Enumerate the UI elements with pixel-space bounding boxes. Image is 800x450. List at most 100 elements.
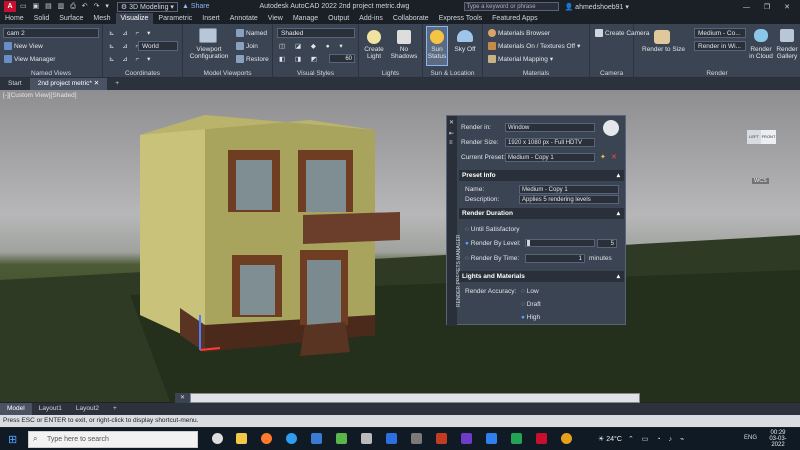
tab-mesh[interactable]: Mesh — [88, 13, 115, 24]
no-shadows-button[interactable]: No Shadows — [389, 46, 419, 60]
search-input[interactable]: Type a keyword or phrase — [463, 2, 559, 11]
radio-selected-icon[interactable]: ● — [465, 240, 469, 247]
new-tab-button[interactable]: + — [107, 78, 127, 90]
ucs-icons-row3[interactable]: ⊾ ⊿ ⌐ ▾ — [109, 55, 153, 63]
radio-icon[interactable]: ○ — [521, 288, 525, 295]
model-viewport[interactable]: [-][Custom View][Shaded] LEFT FRONT WCS — [0, 90, 800, 402]
sky-off-button[interactable]: Sky Off — [451, 46, 479, 53]
accuracy-low-option[interactable]: ○ Low — [521, 288, 539, 295]
app-icon[interactable] — [361, 433, 372, 444]
radio-icon[interactable]: ○ — [521, 301, 525, 308]
view-manager-button[interactable]: View Manager — [4, 55, 55, 63]
window-controls[interactable]: — ❐ ✕ — [743, 3, 796, 11]
tab-parametric[interactable]: Parametric — [153, 13, 197, 24]
collapse-icon[interactable]: ▴ — [617, 271, 620, 282]
task-view-icon[interactable] — [212, 433, 223, 444]
preset-name-field[interactable]: Medium - Copy 1 — [519, 185, 619, 194]
new-view-button[interactable]: New View — [4, 42, 43, 50]
tab-express-tools[interactable]: Express Tools — [434, 13, 487, 24]
share-button[interactable]: ▲ Share — [182, 3, 210, 10]
create-light-button[interactable]: Create Light — [361, 46, 387, 60]
sun-status-button[interactable]: Sun Status — [426, 46, 448, 60]
accuracy-high-option[interactable]: ● High — [521, 314, 540, 321]
tab-model[interactable]: Model — [0, 403, 32, 415]
close-icon[interactable]: ✕ — [449, 119, 454, 126]
render-size-dropdown[interactable]: 1920 x 1080 px - Full HDTV — [505, 138, 595, 147]
tab-collaborate[interactable]: Collaborate — [388, 13, 434, 24]
accuracy-draft-option[interactable]: ○ Draft — [521, 301, 541, 308]
restore-button[interactable]: Restore — [236, 55, 269, 63]
tab-start[interactable]: Start — [0, 78, 30, 90]
tab-manage[interactable]: Manage — [288, 13, 323, 24]
tab-layout2[interactable]: Layout2 — [69, 403, 106, 415]
viewcube[interactable]: LEFT FRONT — [742, 125, 782, 150]
preset-description-field[interactable]: Applies 5 rendering levels — [519, 195, 619, 204]
render-gallery-button[interactable]: Render Gallery — [775, 46, 799, 60]
current-preset-dropdown[interactable]: Medium - Copy 1 — [505, 153, 595, 162]
app-icon[interactable] — [511, 433, 522, 444]
visual-style-dropdown[interactable]: Shaded — [277, 28, 355, 38]
add-layout-button[interactable]: + — [106, 403, 124, 415]
tab-2nd-project-metric[interactable]: 2nd project metric* ✕ — [29, 78, 108, 90]
app-icon[interactable] — [486, 433, 497, 444]
tab-annotate[interactable]: Annotate — [225, 13, 263, 24]
level-input[interactable]: 5 — [597, 239, 617, 248]
command-line-close-icon[interactable]: ✕ — [175, 393, 190, 403]
tab-view[interactable]: View — [263, 13, 288, 24]
taskbar-search-input[interactable]: Type here to search — [28, 431, 198, 448]
create-copy-icon[interactable]: ✦ — [600, 153, 606, 161]
tab-insert[interactable]: Insert — [197, 13, 225, 24]
tray-icons[interactable]: ⌃ ▭ ◔ ♪ ⌁ — [628, 435, 687, 443]
tab-home[interactable]: Home — [0, 13, 29, 24]
level-slider[interactable] — [525, 239, 595, 247]
app-icon[interactable] — [461, 433, 472, 444]
tab-add-ins[interactable]: Add-ins — [354, 13, 388, 24]
firefox-icon[interactable] — [261, 433, 272, 444]
collapse-icon[interactable]: ▴ — [617, 208, 620, 219]
collapse-icon[interactable]: ▴ — [617, 170, 620, 181]
level-slider-thumb[interactable] — [527, 240, 530, 246]
viewcube-front-face[interactable]: FRONT — [761, 130, 776, 144]
workspace-dropdown[interactable]: ⚙ 3D Modeling ▾ — [116, 1, 178, 12]
app-icon[interactable] — [411, 433, 422, 444]
weather-widget[interactable]: ☀ 24°C — [598, 435, 622, 443]
section-preset-info[interactable]: Preset Info ▴ — [459, 170, 624, 181]
language-indicator[interactable]: ENG — [744, 435, 757, 441]
until-satisfactory-option[interactable]: ○ Until Satisfactory — [465, 226, 520, 233]
delete-preset-icon[interactable]: ✕ — [611, 153, 617, 161]
wcs-menu[interactable]: WCS — [752, 178, 769, 184]
mail-icon[interactable] — [311, 433, 322, 444]
radio-icon[interactable]: ○ — [465, 226, 469, 233]
render-teapot-icon[interactable] — [603, 120, 619, 136]
tab-output[interactable]: Output — [323, 13, 354, 24]
visual-style-icons-row2[interactable]: ◧ ◨ ◩ — [279, 55, 321, 63]
render-in-dropdown[interactable]: Render in Wi... — [694, 41, 746, 51]
section-lights-materials[interactable]: Lights and Materials ▴ — [459, 271, 624, 282]
section-render-duration[interactable]: Render Duration ▴ — [459, 208, 624, 219]
face-opacity-input[interactable]: 60 — [329, 54, 355, 63]
viewcube-left-face[interactable]: LEFT — [747, 130, 761, 144]
autocad-icon[interactable] — [536, 433, 547, 444]
tab-visualize[interactable]: Visualize — [115, 13, 154, 24]
render-to-size-button[interactable]: Render to Size — [642, 46, 685, 53]
join-button[interactable]: Join — [236, 42, 258, 50]
radio-icon[interactable]: ○ — [465, 255, 469, 262]
auto-hide-icon[interactable]: ⇤ — [449, 130, 454, 137]
materials-textures-button[interactable]: Materials On / Textures Off ▾ — [488, 42, 580, 50]
render-preset-dropdown[interactable]: Medium - Co... — [694, 28, 746, 38]
render-in-dropdown[interactable]: Window — [505, 123, 595, 132]
tab-featured-apps[interactable]: Featured Apps — [487, 13, 543, 24]
time-input[interactable]: 1 — [525, 254, 585, 263]
named-view-dropdown[interactable]: cam 2 — [3, 28, 99, 38]
clock[interactable]: 00:29 03-03-2022 — [764, 430, 792, 448]
windows-start-icon[interactable]: ⊞ — [8, 433, 17, 446]
quick-access-toolbar[interactable]: ▭ ▣ ▤ ▥ ⎙ ↶ ↷ ▾ — [20, 2, 111, 11]
render-by-level-option[interactable]: ● Render By Level: — [465, 240, 521, 247]
app-icon[interactable] — [336, 433, 347, 444]
user-account[interactable]: 👤 ahmedshoeb91 ▾ — [565, 3, 629, 11]
close-icon[interactable]: ✕ — [94, 80, 99, 87]
ucs-icons-row1[interactable]: ⊾ ⊿ ⌐ ▾ — [109, 29, 153, 37]
tab-layout1[interactable]: Layout1 — [32, 403, 69, 415]
tab-solid[interactable]: Solid — [29, 13, 55, 24]
properties-icon[interactable]: ≡ — [449, 140, 453, 146]
